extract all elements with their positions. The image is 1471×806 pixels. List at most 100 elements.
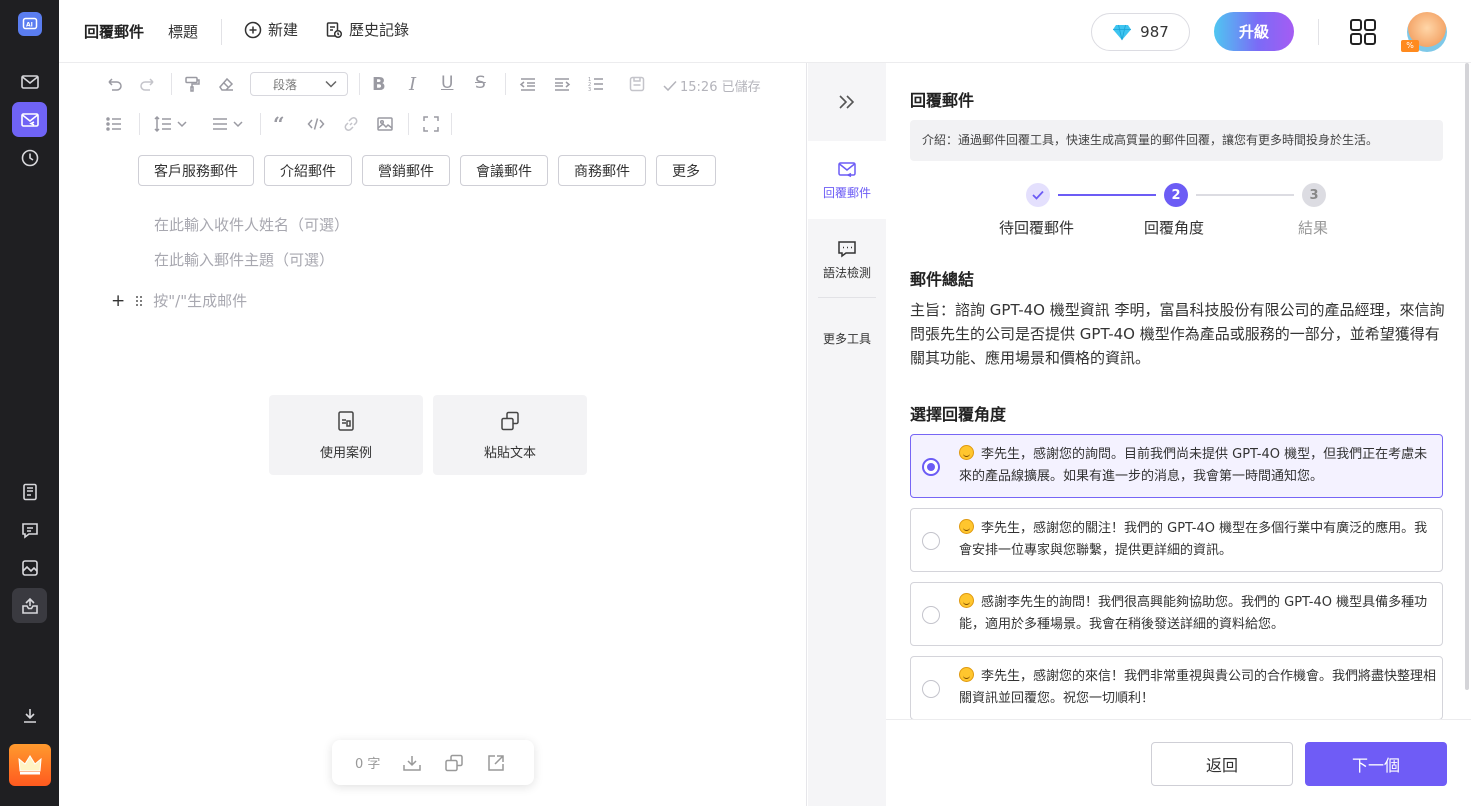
indent-icon[interactable] (553, 75, 571, 93)
ordered-list-icon[interactable]: 123 (587, 75, 605, 93)
svg-text:3: 3 (588, 87, 591, 93)
plus-circle-icon (244, 21, 262, 38)
upgrade-button[interactable]: 升級 (1214, 12, 1294, 51)
smile-emoji-icon (959, 519, 974, 534)
document-icon (338, 410, 354, 431)
chat-icon[interactable] (12, 512, 47, 547)
reply-option-text: 李先生，感謝您的關注！我們的 GPT-4O 機型在多個行業中有廣泛的應用。我會安… (959, 518, 1437, 562)
intro-text: 介紹：通過郵件回覆工具，快速生成高質量的郵件回覆，讓您有更多時間投身於生活。 (910, 120, 1443, 161)
step-1-check-icon (1026, 183, 1050, 207)
back-button[interactable]: 返回 (1151, 742, 1293, 786)
undo-icon[interactable] (105, 75, 123, 93)
radio-button[interactable] (922, 606, 940, 624)
chip-meeting[interactable]: 會議郵件 (460, 155, 548, 186)
subject-input[interactable]: 在此輸入郵件主題（可選） (154, 249, 334, 270)
mail-icon[interactable] (12, 64, 47, 99)
inbox-icon[interactable] (12, 588, 47, 623)
use-case-card[interactable]: 使用案例 (269, 395, 423, 475)
credits-badge[interactable]: 987 (1091, 13, 1190, 51)
new-button[interactable]: 新建 (244, 19, 298, 40)
reply-option[interactable]: 李先生，感謝您的詢問。目前我們尚未提供 GPT-4O 機型，但我們正在考慮未來的… (910, 434, 1443, 498)
tool-grammar-check[interactable]: 語法檢測 (808, 239, 886, 281)
radio-button[interactable] (922, 458, 940, 476)
strikethrough-icon[interactable]: S (475, 73, 486, 93)
download-icon[interactable] (12, 698, 47, 733)
step-connector (1058, 194, 1156, 196)
chip-more[interactable]: 更多 (656, 155, 716, 186)
redo-icon[interactable] (139, 75, 157, 93)
download-icon[interactable] (402, 754, 422, 772)
tool-more-tools[interactable]: 更多工具 (808, 330, 886, 347)
link-icon[interactable] (342, 115, 360, 133)
mail-reply-icon[interactable] (12, 102, 47, 137)
paragraph-select-value: 段落 (273, 77, 298, 92)
paragraph-select[interactable]: 段落 (250, 72, 348, 96)
paste-text-card[interactable]: 粘貼文本 (433, 395, 587, 475)
chip-business[interactable]: 商務郵件 (558, 155, 646, 186)
align-icon[interactable] (211, 115, 247, 133)
reply-option[interactable]: 李先生，感謝您的關注！我們的 GPT-4O 機型在多個行業中有廣泛的應用。我會安… (910, 508, 1443, 572)
tool-reply-mail-label: 回覆郵件 (822, 186, 871, 200)
svg-text:AI: AI (26, 22, 33, 29)
apps-grid-icon[interactable] (1349, 18, 1377, 46)
outdent-icon[interactable] (519, 75, 537, 93)
reply-option[interactable]: 李先生，感謝您的來信！我們非常重視與貴公司的合作機會。我們將盡快整理相關資訊並回… (910, 656, 1443, 720)
line-height-icon[interactable] (153, 115, 191, 133)
format-painter-icon[interactable] (183, 75, 201, 93)
credits-count: 987 (1140, 23, 1169, 41)
scrollbar[interactable] (1465, 63, 1469, 690)
save-icon[interactable] (628, 75, 646, 93)
drag-handle-icon[interactable] (135, 295, 143, 307)
image-icon[interactable] (12, 550, 47, 585)
mail-reply-icon (838, 162, 856, 178)
underline-icon[interactable]: U (441, 73, 453, 93)
copy-icon[interactable] (444, 754, 464, 772)
divider (139, 113, 140, 135)
recipient-input[interactable]: 在此輸入收件人姓名（可選） (154, 214, 349, 235)
crown-icon[interactable] (9, 744, 51, 786)
collapse-icon[interactable] (808, 63, 886, 141)
step-1-label: 待回覆郵件 (999, 219, 1075, 237)
quote-icon[interactable]: “ (273, 112, 285, 136)
history-button[interactable]: 歷史記錄 (325, 19, 409, 40)
bold-icon[interactable]: B (372, 74, 386, 95)
divider (408, 113, 409, 135)
bullet-list-icon[interactable] (105, 115, 123, 133)
document-icon[interactable] (12, 474, 47, 509)
chip-customer-service[interactable]: 客戶服務郵件 (138, 155, 254, 186)
export-icon[interactable] (486, 754, 506, 772)
option-text: 李先生，感謝您的詢問。目前我們尚未提供 GPT-4O 機型，但我們正在考慮未來的… (959, 447, 1428, 484)
tool-reply-mail[interactable]: 回覆郵件 (808, 141, 886, 219)
next-button[interactable]: 下一個 (1305, 742, 1447, 786)
discount-badge-icon: % (1401, 40, 1419, 52)
command-line[interactable]: + 按"/"生成邮件 (111, 290, 247, 311)
plus-icon[interactable]: + (111, 291, 125, 311)
use-case-label: 使用案例 (319, 445, 372, 461)
angle-heading: 選擇回覆角度 (910, 405, 1007, 424)
tools-column: 回覆郵件 語法檢測 更多工具 (808, 63, 886, 806)
divider (260, 113, 261, 135)
command-hint: 按"/"生成邮件 (153, 292, 248, 310)
new-label: 新建 (268, 21, 299, 39)
panel-footer: 返回 下一個 (886, 719, 1471, 806)
radio-button[interactable] (922, 680, 940, 698)
italic-icon[interactable]: I (409, 74, 416, 95)
app-logo-icon[interactable]: AI (18, 12, 42, 36)
code-icon[interactable] (307, 115, 325, 133)
fullscreen-icon[interactable] (422, 115, 440, 133)
image-insert-icon[interactable] (376, 115, 394, 133)
option-text: 感謝李先生的詢問！我們很高興能夠協助您。我們的 GPT-4O 機型具備多種功能，… (959, 595, 1428, 632)
page-title: 回覆郵件 (84, 23, 145, 41)
divider (221, 19, 222, 45)
chip-introduction[interactable]: 介紹郵件 (264, 155, 352, 186)
chip-marketing[interactable]: 營銷郵件 (362, 155, 450, 186)
divider (451, 113, 452, 135)
title-tab[interactable]: 標題 (168, 21, 198, 42)
reply-option[interactable]: 感謝李先生的詢問！我們很高興能夠協助您。我們的 GPT-4O 機型具備多種功能，… (910, 582, 1443, 646)
word-count: 0 字 (355, 757, 381, 772)
step-2-label: 回覆角度 (1144, 219, 1205, 237)
avatar[interactable]: % (1401, 12, 1447, 52)
history-icon[interactable] (12, 140, 47, 175)
eraser-icon[interactable] (217, 75, 235, 93)
radio-button[interactable] (922, 532, 940, 550)
